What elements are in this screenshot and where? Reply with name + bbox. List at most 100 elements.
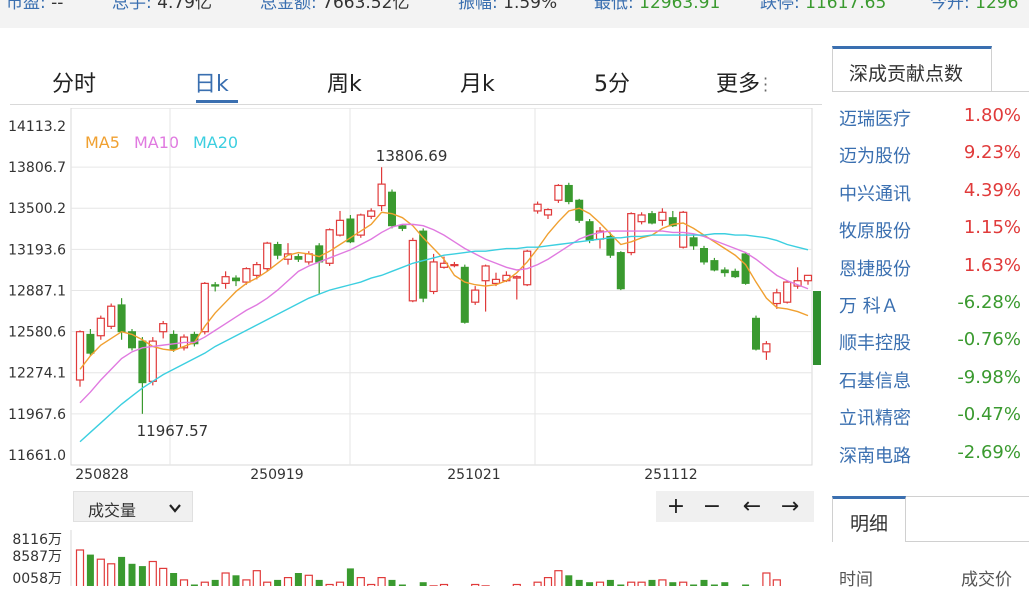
candle-body <box>451 265 458 266</box>
volume-bar <box>274 580 281 586</box>
volume-bar <box>597 582 604 586</box>
tab-daily-k[interactable]: 日k <box>194 66 229 98</box>
candle-body <box>565 185 572 201</box>
candle-body <box>118 305 125 332</box>
high-annotation: 13806.69 <box>376 147 448 165</box>
stock-name[interactable]: 立讯精密 <box>839 404 911 430</box>
contribution-row[interactable]: 顺丰控股-0.76% <box>832 323 1029 360</box>
more-dots-icon: ··· <box>763 76 769 94</box>
volume-bar <box>357 578 364 586</box>
y-tick-label: 14113.2 <box>8 119 66 135</box>
stat-volume: 总手: 4.79亿 <box>112 0 212 13</box>
volume-bar <box>420 582 427 586</box>
stock-name[interactable]: 万 科Ａ <box>839 292 899 318</box>
volume-bar <box>201 582 208 586</box>
side-tab-divider <box>832 91 1029 92</box>
stock-change-pct: 1.80% <box>964 105 1021 126</box>
candle-body <box>87 334 94 353</box>
candle-body <box>389 192 396 226</box>
y-tick-label: 12274.1 <box>8 366 66 382</box>
y-tick-label: 13500.2 <box>8 201 66 217</box>
volume-bar <box>669 582 676 586</box>
stock-name[interactable]: 牧原股份 <box>839 217 911 243</box>
volume-bar <box>139 566 146 586</box>
stock-name[interactable]: 顺丰控股 <box>839 329 911 355</box>
contribution-row[interactable]: 立讯精密 -0.47% <box>832 398 1029 435</box>
stock-name[interactable]: 恩捷股份 <box>839 255 911 281</box>
volume-bar <box>212 580 219 586</box>
candle-body <box>659 212 666 220</box>
candle-body <box>243 269 250 282</box>
chevron-down-icon <box>168 501 182 515</box>
volume-bar <box>555 571 562 586</box>
stock-name[interactable]: 石基信息 <box>839 367 911 393</box>
stock-name[interactable]: 迈为股份 <box>839 142 911 168</box>
candle-body <box>201 283 208 331</box>
volume-bar <box>576 580 583 586</box>
volume-bar <box>337 582 344 586</box>
tab-contribution-points[interactable]: 深成贡献点数 <box>832 46 992 92</box>
kline-chart[interactable]: 14113.213806.713500.213193.612887.112580… <box>0 108 822 493</box>
indicator-select[interactable]: 成交量 <box>73 491 193 522</box>
stock-name[interactable]: 迈瑞医疗 <box>839 105 911 131</box>
stock-change-pct: -0.47% <box>957 404 1021 425</box>
contribution-row[interactable]: 恩捷股份1.63% <box>832 249 1029 286</box>
candle-body <box>170 334 177 349</box>
volume-bar <box>87 555 94 586</box>
candle-body <box>617 253 624 289</box>
volume-bar <box>181 580 188 586</box>
tab-monthly-k[interactable]: 月k <box>460 66 495 98</box>
candle-body <box>763 344 770 352</box>
volume-bar <box>253 571 260 586</box>
pan-right-button[interactable]: → <box>772 491 808 522</box>
x-tick-label: 251112 <box>644 467 697 483</box>
candle-body <box>784 282 791 302</box>
candle-body <box>649 214 656 223</box>
tab-intraday[interactable]: 分时 <box>52 66 96 98</box>
zoom-out-button[interactable]: − <box>694 491 730 522</box>
candle-body <box>607 236 614 255</box>
candle-body <box>253 265 260 276</box>
stat-open: 今开: 1296 <box>930 0 1018 13</box>
tab-detail[interactable]: 明细 <box>832 496 906 542</box>
stat-limit-down: 跌停: 11617.65 <box>760 0 886 13</box>
candle-body <box>212 285 219 286</box>
vol-tick-label: 8587万 <box>12 549 62 565</box>
volume-bar <box>243 580 250 586</box>
vol-tick-label: 0058万 <box>12 571 62 586</box>
volume-bar <box>97 559 104 586</box>
low-annotation: 11967.57 <box>137 422 209 440</box>
stock-name[interactable]: 深南电路 <box>839 442 911 468</box>
stat-low: 最低: 12963.91 <box>594 0 720 13</box>
quote-stats-bar: 市盈: -- 总手: 4.79亿 总金额: 7663.52亿 振幅: 1.59%… <box>0 0 1029 28</box>
stock-change-pct: 4.39% <box>964 180 1021 201</box>
candle-body <box>534 204 541 211</box>
candle-body <box>295 257 302 260</box>
contribution-row[interactable]: 深南电路-2.69% <box>832 436 1029 473</box>
volume-bar <box>129 564 136 586</box>
candle-body <box>701 249 708 262</box>
stat-amount: 总金额: 7663.52亿 <box>260 0 409 13</box>
volume-bar <box>347 568 354 586</box>
volume-bar <box>77 550 84 586</box>
contribution-row[interactable]: 牧原股份1.15% <box>832 211 1029 248</box>
contribution-row[interactable]: 迈为股份9.23% <box>832 136 1029 173</box>
chart-scroll-indicator[interactable] <box>813 291 821 365</box>
zoom-in-button[interactable]: + <box>658 491 694 522</box>
volume-bar <box>565 575 572 586</box>
contribution-row[interactable]: 迈瑞医疗 1.80% <box>832 99 1029 136</box>
period-tabs: 分时 日k 周k 月k 5分 更多··· <box>10 56 822 105</box>
pan-left-button[interactable]: ← <box>734 491 770 522</box>
stock-name[interactable]: 中兴通讯 <box>839 180 911 206</box>
tab-5min[interactable]: 5分 <box>594 66 630 98</box>
contribution-row[interactable]: 中兴通讯 4.39% <box>832 174 1029 211</box>
volume-bar <box>659 580 666 586</box>
detail-tab-divider <box>906 541 1029 542</box>
tab-weekly-k[interactable]: 周k <box>327 66 362 98</box>
tab-more[interactable]: 更多··· <box>716 66 769 98</box>
contribution-row[interactable]: 万 科Ａ-6.28% <box>832 286 1029 323</box>
contribution-row[interactable]: 石基信息-9.98% <box>832 361 1029 398</box>
volume-bar <box>316 580 323 586</box>
volume-bar <box>149 562 156 587</box>
candle-body <box>378 184 385 205</box>
